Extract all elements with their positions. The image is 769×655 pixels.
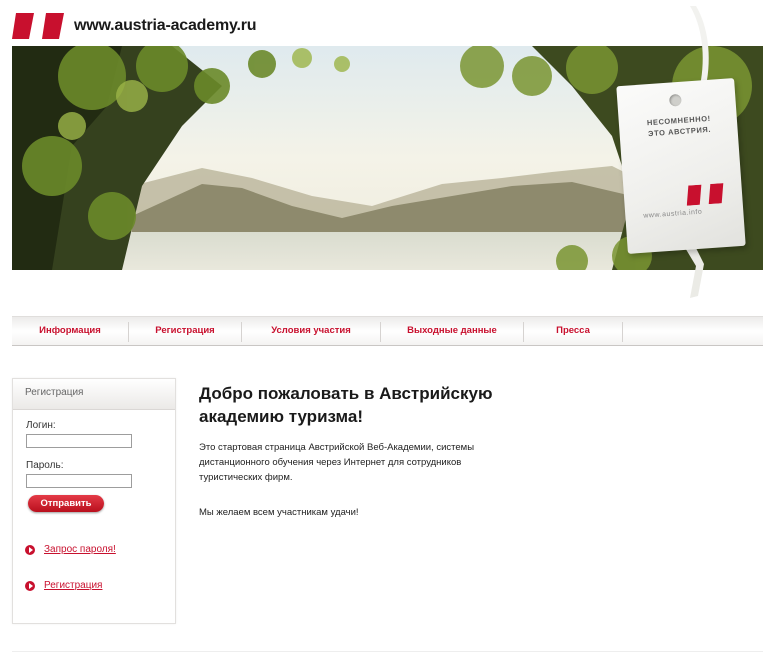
password-label: Пароль: bbox=[26, 460, 64, 471]
nav-item-press[interactable]: Пресса bbox=[524, 317, 622, 345]
nav-item-imprint[interactable]: Выходные данные bbox=[381, 317, 523, 345]
intro-line3: туристических фирм. bbox=[199, 472, 293, 483]
footer-divider bbox=[12, 651, 763, 652]
arrow-bullet-icon bbox=[25, 545, 35, 555]
tag-hole bbox=[668, 93, 682, 107]
nav-item-conditions[interactable]: Условия участия bbox=[242, 317, 380, 345]
page-title: Добро пожаловать в Австрийскую академию … bbox=[199, 382, 559, 428]
intro-line1: Это стартовая страница Австрийской Веб-А… bbox=[199, 442, 475, 453]
password-input[interactable] bbox=[26, 474, 132, 488]
wish-paragraph: Мы желаем всем участникам удачи! bbox=[199, 507, 359, 518]
austria-flag-logo-icon bbox=[686, 183, 724, 206]
intro-line2: дистанционного обучения через Интернет д… bbox=[199, 457, 462, 468]
austria-flag-logo-icon[interactable] bbox=[12, 13, 68, 39]
arrow-bullet-icon bbox=[25, 581, 35, 591]
site-url[interactable]: www.austria-academy.ru bbox=[74, 17, 257, 35]
main-nav: Информация Регистрация Условия участия В… bbox=[12, 317, 763, 346]
nav-item-information[interactable]: Информация bbox=[12, 317, 128, 345]
submit-button[interactable]: Отправить bbox=[28, 495, 104, 512]
intro-paragraph: Это стартовая страница Австрийской Веб-А… bbox=[199, 440, 569, 485]
austria-tag: НЕСОМНЕННО! ЭТО АВСТРИЯ. www.austria.inf… bbox=[616, 78, 746, 254]
tag-url: www.austria.info bbox=[643, 208, 703, 220]
login-panel-title: Регистрация bbox=[25, 387, 84, 398]
nav-divider bbox=[622, 322, 623, 342]
page-title-line1: Добро пожаловать в Австрийскую bbox=[199, 384, 493, 403]
registration-link-label[interactable]: Регистрация bbox=[44, 580, 102, 591]
login-input[interactable] bbox=[26, 434, 132, 448]
nav-item-registration[interactable]: Регистрация bbox=[129, 317, 241, 345]
login-panel: Регистрация Логин: Пароль: Отправить Зап… bbox=[12, 378, 176, 624]
header: www.austria-academy.ru bbox=[0, 0, 769, 46]
page-title-line2: академию туризма! bbox=[199, 407, 364, 426]
login-label: Логин: bbox=[26, 420, 56, 431]
password-request-link-label[interactable]: Запрос пароля! bbox=[44, 544, 116, 555]
